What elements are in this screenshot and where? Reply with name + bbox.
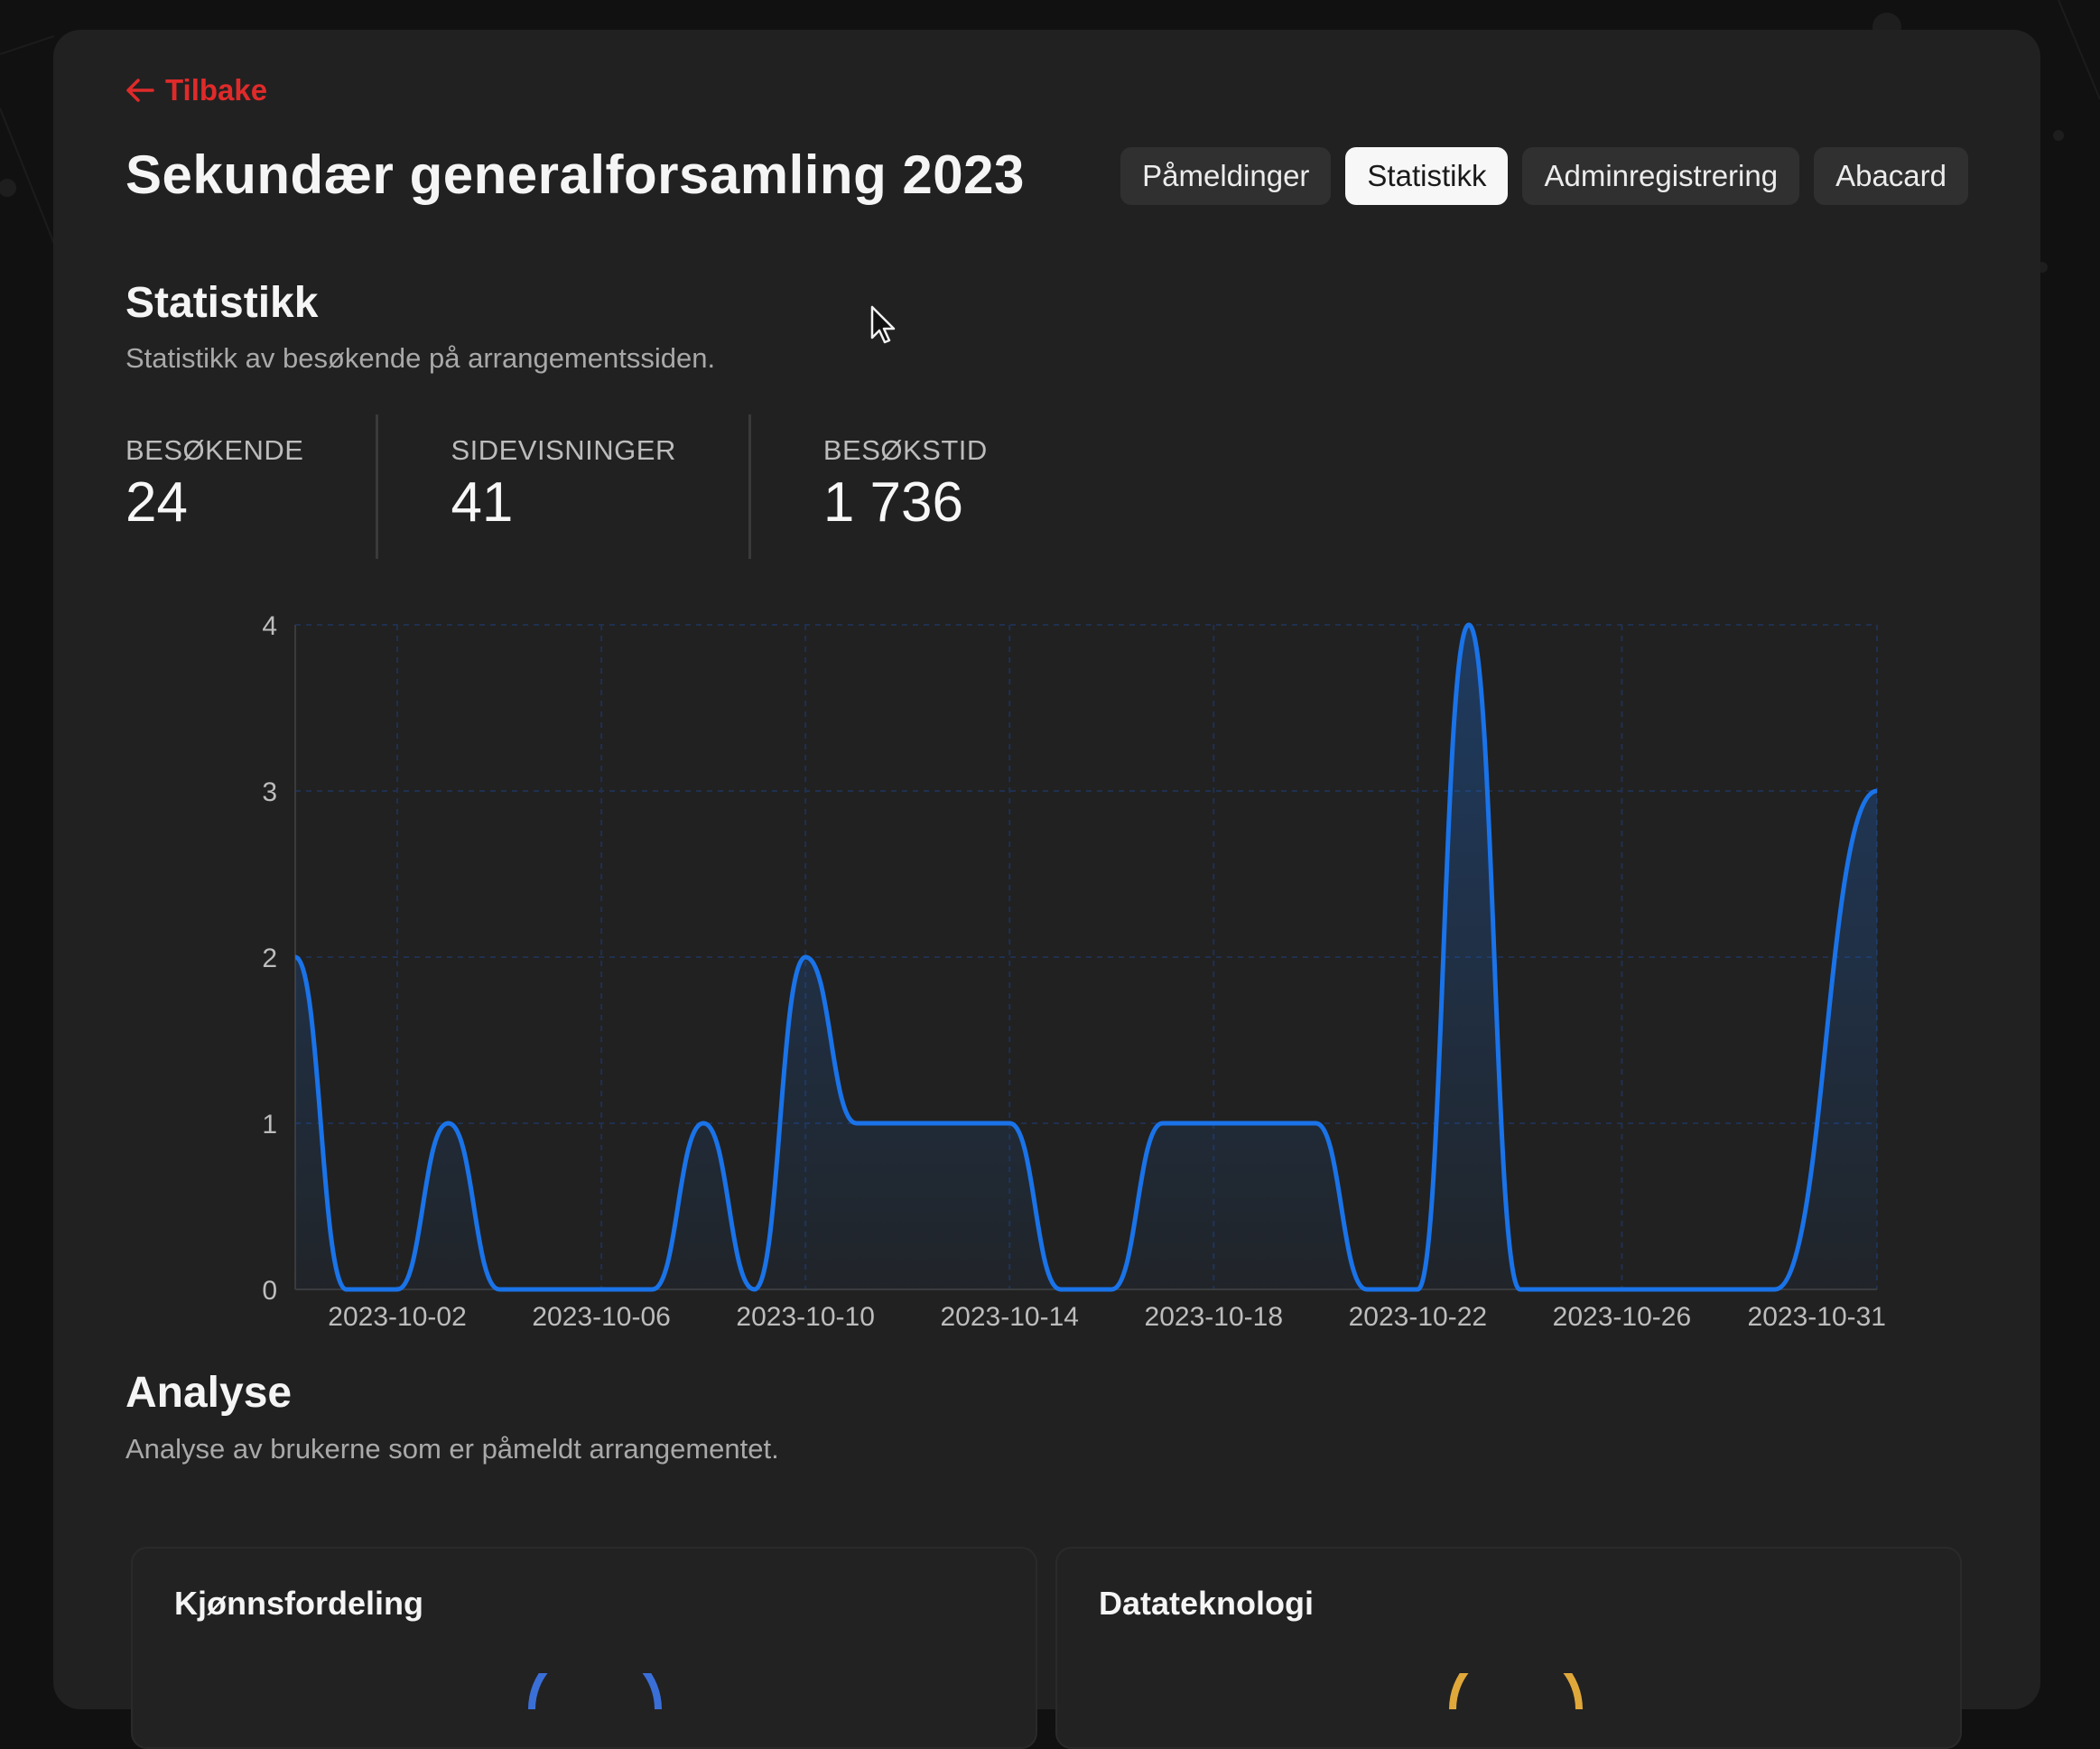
data-point — [1620, 1288, 1623, 1291]
data-point — [293, 955, 297, 959]
visitors-chart: 0 1 2 3 4 2023-10-02 2023-10-06 2023-10-10 2023-… — [163, 589, 1986, 1332]
statistics-subtitle: Statistikk av besøkende på arrangementss… — [125, 342, 716, 374]
card-title: Kjønnsfordeling — [174, 1585, 423, 1622]
tab-adminregistrering[interactable]: Adminregistrering — [1522, 147, 1800, 205]
tab-statistikk[interactable]: Statistikk — [1345, 147, 1509, 205]
x-tick-label: 2023-10-22 — [1349, 1302, 1487, 1329]
datateknologi-card: Datateknologi — [1055, 1547, 1962, 1749]
data-point — [1110, 1288, 1113, 1291]
y-tick-label: 0 — [262, 1276, 277, 1306]
x-tick-label: 2023-10-06 — [532, 1302, 670, 1329]
gender-distribution-card: Kjønnsfordeling — [131, 1547, 1037, 1749]
tab-abacard[interactable]: Abacard — [1814, 147, 1968, 205]
data-point — [906, 1121, 909, 1125]
data-point — [1008, 1121, 1011, 1125]
data-point — [1569, 1288, 1573, 1291]
data-point — [1365, 1288, 1369, 1291]
stats-row: BESØKENDE 24 SIDEVISNINGER 41 BESØKSTID … — [125, 414, 1132, 559]
analysis-subtitle: Analyse av brukerne som er påmeldt arran… — [125, 1433, 779, 1465]
data-point — [549, 1288, 553, 1291]
data-point — [599, 1288, 603, 1291]
tab-pameldinger[interactable]: Påmeldinger — [1120, 147, 1332, 205]
data-point — [1416, 1288, 1419, 1291]
x-tick-label: 2023-10-31 — [1748, 1302, 1886, 1329]
analysis-title: Analyse — [125, 1369, 293, 1417]
statistics-title: Statistikk — [125, 279, 319, 327]
data-point — [1722, 1288, 1725, 1291]
data-point — [1875, 789, 1879, 793]
x-tick-label: 2023-10-26 — [1553, 1302, 1691, 1329]
stat-value: 1 736 — [822, 471, 963, 534]
data-point — [753, 1288, 757, 1291]
data-point — [447, 1121, 451, 1125]
data-point — [1059, 1288, 1063, 1291]
stat-value: 24 — [125, 471, 188, 534]
main-panel: Tilbake Sekundær generalforsamling 2023 … — [53, 30, 2040, 1749]
data-point — [1161, 1121, 1165, 1125]
data-point — [1314, 1121, 1317, 1125]
data-point — [1467, 623, 1471, 627]
stat-pageviews: SIDEVISNINGER 41 — [451, 414, 751, 559]
back-link[interactable]: Tilbake — [125, 73, 267, 107]
stat-label: SIDEVISNINGER — [451, 434, 676, 466]
data-point — [702, 1121, 705, 1125]
data-point — [345, 1288, 348, 1291]
stat-value: 41 — [451, 471, 514, 534]
data-point — [651, 1288, 655, 1291]
x-tick-label: 2023-10-18 — [1145, 1302, 1283, 1329]
page-title: Sekundær generalforsamling 2023 — [125, 144, 1025, 205]
card-title: Datateknologi — [1099, 1585, 1315, 1622]
data-point — [1212, 1121, 1215, 1125]
y-tick-label: 1 — [262, 1110, 277, 1140]
x-tick-label: 2023-10-02 — [328, 1302, 466, 1329]
data-point — [804, 955, 807, 959]
stat-label: BESØKSTID — [822, 434, 988, 466]
y-tick-label: 3 — [262, 777, 277, 807]
mouse-cursor-icon — [870, 305, 896, 344]
event-tabs: Påmeldinger Statistikk Adminregistrering… — [1120, 147, 1968, 205]
data-point — [1773, 1288, 1777, 1291]
data-point — [1263, 1121, 1267, 1125]
data-point — [1671, 1288, 1675, 1291]
x-tick-label: 2023-10-10 — [736, 1302, 874, 1329]
data-point — [1518, 1288, 1521, 1291]
stat-label: BESØKENDE — [125, 434, 304, 466]
y-tick-label: 4 — [262, 611, 277, 641]
back-label: Tilbake — [165, 73, 268, 107]
visitors-chart-svg: 0 1 2 3 4 2023-10-02 2023-10-06 2023-10-10 2023-… — [262, 611, 1886, 1332]
pie-chart-peek — [528, 1673, 662, 1709]
data-point — [957, 1121, 961, 1125]
stat-visitors: BESØKENDE 24 — [125, 414, 379, 559]
data-point — [395, 1288, 399, 1291]
data-point — [497, 1288, 501, 1291]
x-tick-label: 2023-10-14 — [940, 1302, 1078, 1329]
arrow-left-icon — [125, 78, 154, 103]
pie-chart-peek — [1449, 1673, 1583, 1709]
data-point — [855, 1121, 859, 1125]
stat-visit-time: BESØKSTID 1 736 — [823, 414, 1060, 559]
y-tick-label: 2 — [262, 944, 277, 973]
